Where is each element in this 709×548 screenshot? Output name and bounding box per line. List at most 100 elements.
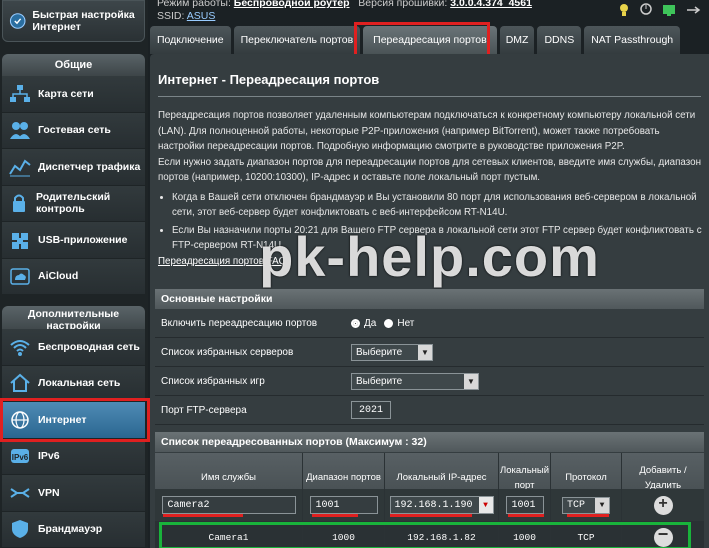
page-title: Интернет - Переадресация портов: [158, 72, 380, 87]
underline-ip: [390, 514, 472, 517]
client-icon[interactable]: [639, 2, 653, 18]
description-p2: Если нужно задать диапазон портов для пе…: [158, 156, 702, 184]
enable-yes-radio[interactable]: [351, 318, 360, 328]
top-status-icons: [617, 2, 701, 18]
internet-status-icon[interactable]: [661, 2, 677, 18]
tab-nat-passthrough[interactable]: NAT Passthrough: [584, 26, 681, 54]
quick-setup-label: Быстрая настройка Интернет: [32, 9, 135, 33]
underline-port: [508, 514, 544, 517]
servers-label: Список избранных серверов: [161, 346, 294, 358]
sidebar-item-label: IPv6: [38, 450, 60, 463]
games-select[interactable]: Выберите ▼: [351, 372, 479, 390]
description-p1: Переадресация портов позволяет удаленным…: [158, 110, 696, 152]
underline-range: [312, 514, 358, 517]
sidebar-item-label: Гостевая сеть: [38, 124, 111, 137]
sidebar-item-network-map[interactable]: Карта сети: [2, 76, 145, 113]
add-icon[interactable]: +: [653, 495, 673, 515]
protocol-value: TCP: [567, 499, 586, 511]
enable-yes-label: Да: [364, 317, 377, 329]
sidebar-item-parental-control[interactable]: Родительский контроль: [2, 185, 145, 222]
ipv6-icon: IPv6: [8, 444, 32, 468]
sidebar-item-label: Родительский контроль: [36, 191, 111, 216]
chevron-down-icon: ▼: [418, 344, 432, 360]
quick-setup-icon: [9, 13, 26, 29]
sidebar: Быстрая настройка Интернет Общие Карта с…: [0, 0, 150, 548]
note-1: Когда в Вашей сети отключен брандмауэр и…: [172, 190, 703, 221]
watermark: pk-help.com: [259, 225, 600, 288]
title-divider: [158, 96, 701, 97]
ftp-row: Порт FTP-сервера 2021: [155, 396, 704, 425]
service-name-input[interactable]: Camera2: [161, 496, 296, 514]
sidebar-item-label: USB-приложение: [38, 233, 128, 246]
tab-dmz[interactable]: DMZ: [499, 26, 535, 54]
games-row: Список избранных игр Выберите ▼: [155, 367, 704, 396]
highlight-tab: [354, 22, 490, 58]
tab-port-trigger[interactable]: Переключатель портов: [233, 26, 361, 54]
vpn-icon: [8, 481, 32, 505]
basic-settings-header: Основные настройки: [155, 289, 704, 309]
games-select-value: Выберите: [356, 375, 403, 387]
underline-proto: [567, 514, 609, 517]
protocol-select[interactable]: TCP ▼: [562, 496, 610, 514]
servers-select[interactable]: Выберите ▼: [351, 343, 433, 361]
sidebar-item-label: Карта сети: [38, 87, 94, 100]
sidebar-item-lan[interactable]: Локальная сеть: [2, 365, 145, 402]
sidebar-item-guest-network[interactable]: Гостевая сеть: [2, 112, 145, 149]
tab-connection[interactable]: Подключение: [150, 26, 231, 54]
sidebar-item-aicloud[interactable]: AiCloud: [2, 258, 145, 295]
sidebar-item-ipv6[interactable]: IPv6 IPv6: [2, 438, 145, 475]
aicloud-icon: [8, 264, 32, 288]
servers-select-value: Выберите: [356, 346, 403, 358]
local-port-input[interactable]: 1001: [505, 496, 544, 514]
firewall-icon: [8, 517, 32, 541]
general-header: Общие: [2, 54, 145, 76]
sidebar-item-firewall[interactable]: Брандмауэр: [2, 511, 145, 548]
enable-label: Включить переадресацию портов: [161, 317, 318, 329]
lan-icon: [8, 371, 32, 395]
sidebar-item-label: AiCloud: [38, 270, 79, 283]
sidebar-item-label: Диспетчер трафика: [38, 160, 141, 173]
servers-row: Список избранных серверов Выберите ▼: [155, 338, 704, 367]
firmware-label: Версия прошивки:: [358, 0, 448, 9]
ssid-value: ASUS: [186, 10, 216, 22]
local-ip-value: 192.168.1.190: [394, 499, 473, 511]
parental-control-icon: [8, 191, 30, 215]
local-ip-select[interactable]: 192.168.1.190 ▼: [389, 496, 494, 514]
port-range-input[interactable]: 1001: [309, 496, 378, 514]
sidebar-item-traffic-manager[interactable]: Диспетчер трафика: [2, 149, 145, 186]
sidebar-item-vpn[interactable]: VPN: [2, 475, 145, 512]
sidebar-item-wireless[interactable]: Беспроводная сеть: [2, 329, 145, 366]
tab-ddns[interactable]: DDNS: [537, 26, 582, 54]
sidebar-item-label: Беспроводная сеть: [38, 340, 140, 353]
wireless-icon: [8, 335, 32, 359]
chevron-down-icon: ▼: [595, 497, 609, 513]
chevron-down-icon: ▼: [464, 373, 478, 389]
games-label: Список избранных игр: [161, 375, 265, 387]
highlight-internet: [0, 398, 150, 442]
sidebar-item-usb-app[interactable]: USB-приложение: [2, 222, 145, 259]
guest-network-icon: [8, 118, 32, 142]
usb-status-icon[interactable]: [685, 2, 701, 18]
mode-value[interactable]: Беспроводной роутер: [234, 0, 350, 9]
svg-text:IPv6: IPv6: [12, 453, 29, 462]
network-map-icon: [8, 82, 32, 106]
sidebar-item-label: Локальная сеть: [38, 377, 121, 390]
status-info: Режим работы: Беспроводной роутер Версия…: [157, 0, 532, 22]
ftp-port-input[interactable]: 2021: [351, 401, 391, 419]
ftp-label: Порт FTP-сервера: [161, 404, 247, 416]
firmware-value[interactable]: 3.0.0.4.374_4561: [450, 0, 532, 9]
enable-row: Включить переадресацию портов Да Нет: [155, 309, 704, 338]
traffic-manager-icon: [8, 155, 32, 179]
main-content: Интернет - Переадресация портов Переадре…: [150, 54, 709, 548]
sidebar-item-label: Брандмауэр: [38, 523, 103, 536]
enable-no-radio[interactable]: [384, 318, 394, 328]
wps-icon[interactable]: [617, 2, 631, 18]
usb-app-icon: [8, 228, 32, 252]
ssid-label: SSID:: [157, 10, 185, 22]
chevron-down-icon: ▼: [478, 497, 493, 513]
highlight-existing-rule: [159, 522, 691, 548]
enable-no-label: Нет: [397, 317, 415, 329]
port-list-header: Список переадресованных портов (Максимум…: [155, 432, 704, 452]
quick-setup-button[interactable]: Быстрая настройка Интернет: [2, 0, 145, 42]
sidebar-item-label: VPN: [38, 486, 60, 499]
